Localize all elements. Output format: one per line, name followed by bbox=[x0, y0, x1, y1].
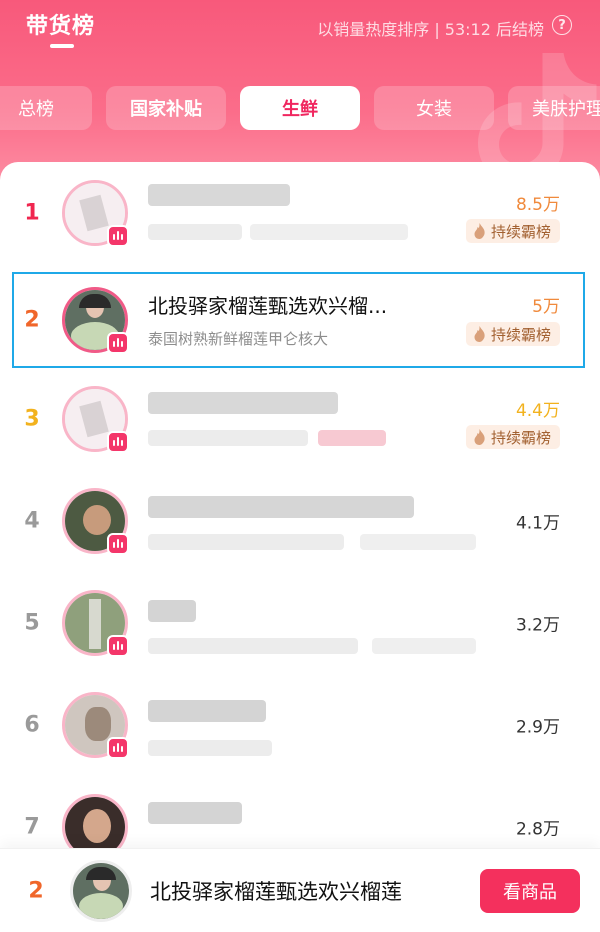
list-item[interactable]: 2 北投驿家榴莲甄选欢兴榴... 泰国树熟新鲜榴莲甲仑核大 5万 持续霸榜 bbox=[0, 272, 600, 368]
rank-number: 5 bbox=[24, 610, 40, 636]
blurred-name bbox=[148, 700, 266, 722]
blurred-name bbox=[148, 600, 196, 622]
avatar bbox=[62, 794, 128, 852]
blurred-desc bbox=[148, 740, 272, 756]
sales-value: 2.9万 bbox=[515, 717, 560, 738]
blurred-desc bbox=[148, 638, 358, 654]
view-products-button[interactable]: 看商品 bbox=[480, 868, 580, 913]
current-item-bar: 2 北投驿家榴莲甄选欢兴榴莲 看商品 bbox=[0, 848, 600, 932]
rank-number: 1 bbox=[24, 200, 40, 226]
blurred-desc bbox=[148, 430, 308, 446]
tab-womens-clothing[interactable]: 女装 bbox=[374, 86, 494, 130]
title-indicator bbox=[50, 44, 74, 48]
avatar bbox=[62, 287, 129, 354]
tab-overall[interactable]: 总榜 bbox=[0, 86, 92, 130]
live-icon bbox=[107, 635, 129, 657]
blurred-desc bbox=[148, 534, 344, 550]
live-icon bbox=[107, 332, 129, 354]
blurred-name bbox=[148, 802, 242, 824]
blurred-desc bbox=[372, 638, 476, 654]
sales-value: 8.5万 bbox=[515, 195, 560, 215]
avatar bbox=[62, 488, 129, 555]
rank-number: 3 bbox=[24, 406, 40, 432]
sales-value: 2.8万 bbox=[515, 819, 560, 840]
blurred-name bbox=[148, 184, 290, 206]
rank-number: 2 bbox=[28, 878, 44, 903]
avatar bbox=[62, 180, 129, 247]
page-title: 带货榜 bbox=[26, 14, 96, 39]
sales-value: 5万 bbox=[532, 297, 560, 317]
blurred-name bbox=[148, 496, 414, 518]
avatar bbox=[62, 386, 129, 453]
rank-number: 4 bbox=[24, 508, 40, 534]
avatar bbox=[62, 692, 129, 759]
blurred-name bbox=[148, 392, 338, 414]
sales-value: 4.4万 bbox=[515, 401, 560, 421]
list-item[interactable]: 3 4.4万 持续霸榜 bbox=[0, 368, 600, 470]
avatar bbox=[70, 859, 132, 922]
sales-value: 4.1万 bbox=[515, 513, 560, 534]
avatar bbox=[62, 590, 129, 657]
status-badge: 持续霸榜 bbox=[465, 322, 560, 346]
live-icon bbox=[107, 533, 129, 555]
live-icon bbox=[107, 737, 129, 759]
ranking-list: 1 8.5万 持续霸榜 2 北投驿家榴莲甄选欢兴榴... 泰国树熟新鲜榴莲甲仑核… bbox=[0, 162, 600, 852]
flame-icon bbox=[474, 223, 485, 239]
blurred-tag bbox=[318, 430, 386, 446]
streamer-desc: 泰国树熟新鲜榴莲甲仑核大 bbox=[148, 330, 329, 348]
flame-icon bbox=[474, 429, 485, 445]
rank-number: 2 bbox=[24, 307, 40, 333]
blurred-desc bbox=[148, 224, 242, 240]
list-item[interactable]: 1 8.5万 持续霸榜 bbox=[0, 162, 600, 264]
tab-beauty-care[interactable]: 美肤护理 bbox=[508, 86, 600, 130]
tab-fresh[interactable]: 生鲜 bbox=[240, 86, 360, 130]
status-badge: 持续霸榜 bbox=[465, 219, 560, 243]
sales-value: 3.2万 bbox=[515, 615, 560, 636]
live-icon bbox=[107, 225, 129, 247]
list-item[interactable]: 4 4.1万 bbox=[0, 470, 600, 572]
live-icon bbox=[107, 431, 129, 453]
sort-countdown-text: 以销量热度排序 | 53:12 后结榜 bbox=[317, 20, 544, 39]
streamer-name: 北投驿家榴莲甄选欢兴榴... bbox=[148, 294, 388, 318]
blurred-desc bbox=[360, 534, 476, 550]
help-icon[interactable]: ? bbox=[552, 15, 572, 35]
list-item[interactable]: 6 2.9万 bbox=[0, 674, 600, 776]
streamer-name: 北投驿家榴莲甄选欢兴榴莲 bbox=[150, 879, 402, 904]
rank-number: 6 bbox=[24, 712, 40, 738]
flame-icon bbox=[474, 326, 485, 342]
status-badge: 持续霸榜 bbox=[465, 425, 560, 449]
list-item[interactable]: 7 2.8万 bbox=[0, 776, 600, 852]
blurred-desc bbox=[250, 224, 408, 240]
rank-number: 7 bbox=[24, 814, 40, 840]
tab-national-subsidy[interactable]: 国家补贴 bbox=[106, 86, 226, 130]
list-item[interactable]: 5 3.2万 bbox=[0, 572, 600, 674]
